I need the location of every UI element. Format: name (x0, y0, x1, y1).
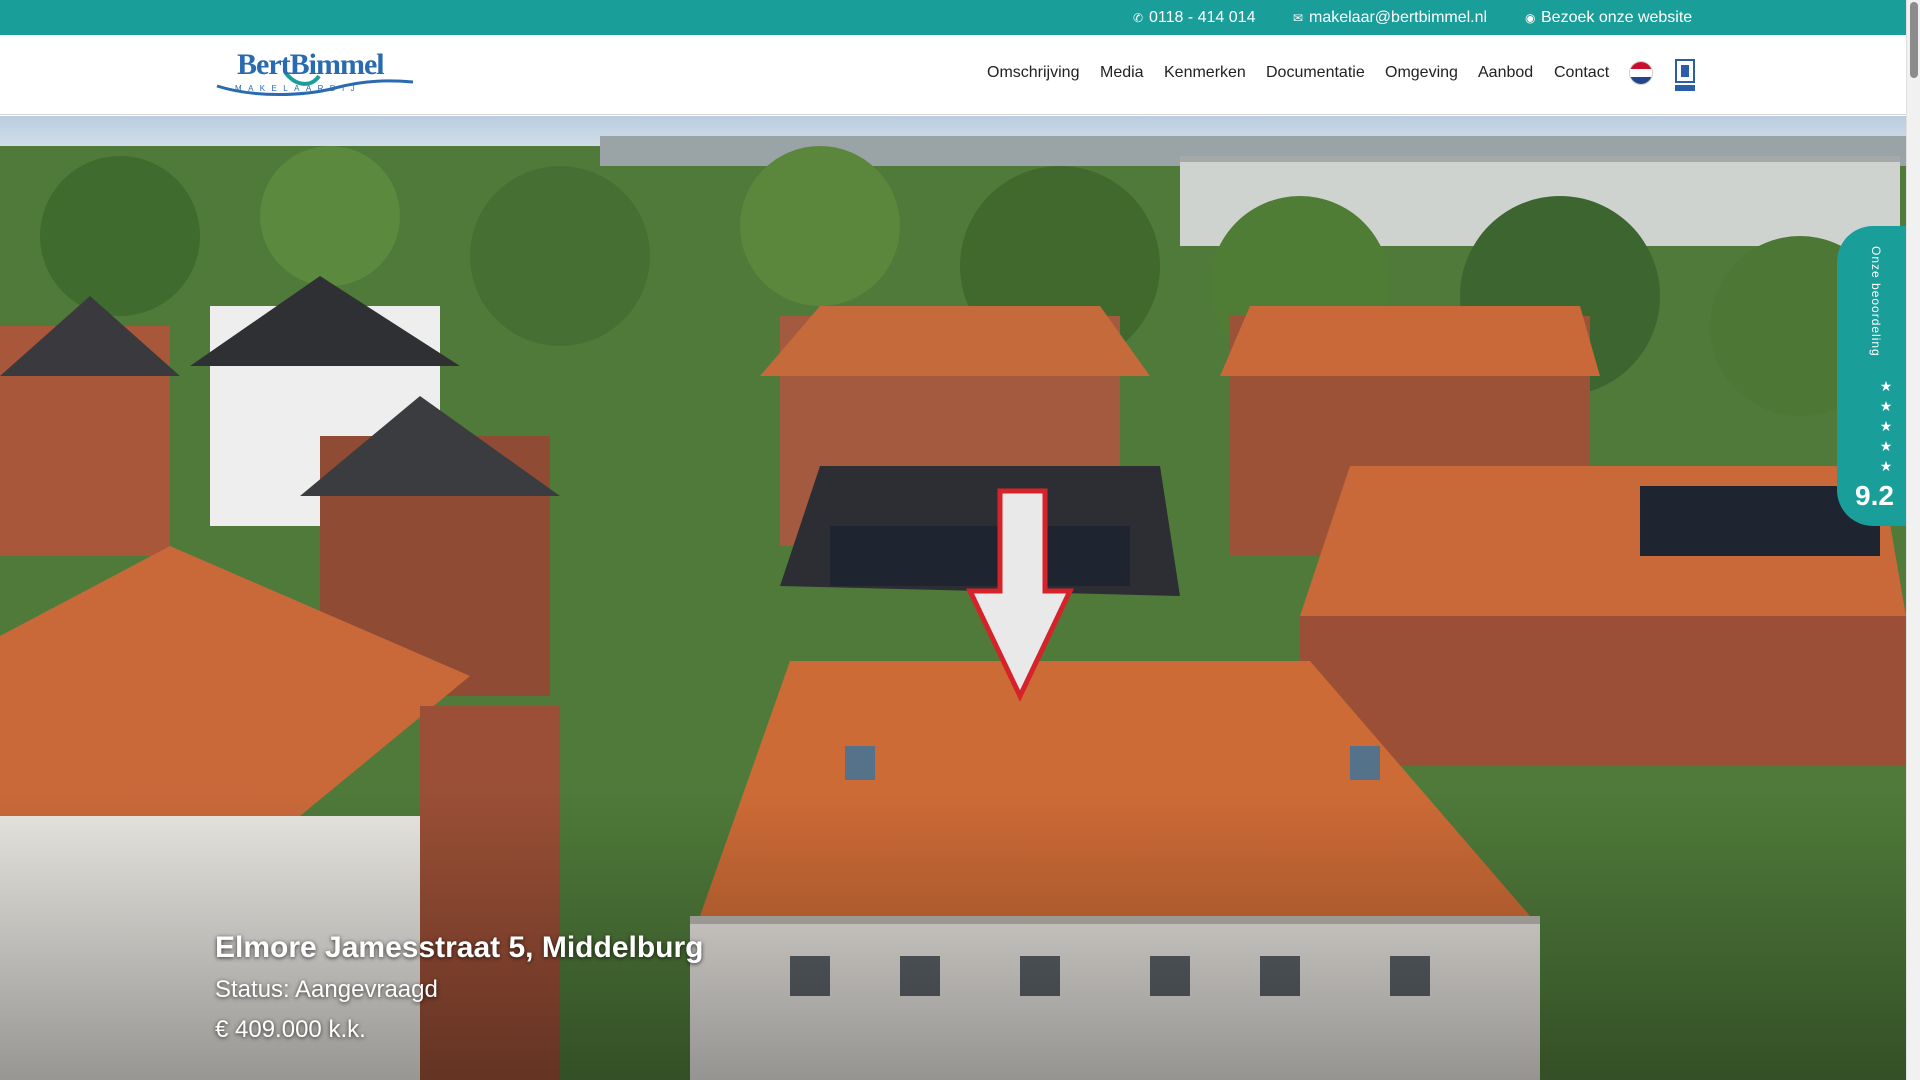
email-address: makelaar@bertbimmel.nl (1309, 9, 1488, 26)
website-link[interactable]: ◉ Bezoek onze website (1525, 0, 1692, 35)
property-title: Elmore Jamesstraat 5, Middelburg (215, 931, 704, 964)
nav-item-omschrijving[interactable]: Omschrijving (987, 64, 1079, 82)
website-label: Bezoek onze website (1541, 9, 1693, 26)
review-label: Onze beoordeling (1869, 246, 1883, 357)
nav-item-kenmerken[interactable]: Kenmerken (1164, 64, 1246, 82)
phone-link[interactable]: ✆ 0118 - 414 014 (1133, 0, 1255, 35)
nav-item-media[interactable]: Media (1100, 64, 1144, 82)
star-icon: ★ (1879, 458, 1893, 474)
phone-number: 0118 - 414 014 (1149, 9, 1256, 26)
dutch-flag-icon[interactable] (1629, 61, 1653, 85)
globe-icon: ◉ (1525, 11, 1536, 25)
email-link[interactable]: ✉ makelaar@bertbimmel.nl (1293, 0, 1487, 35)
star-icon: ★ (1879, 378, 1893, 394)
site-header: BertBimmel MAKELAARDIJ Omschrijving Medi… (0, 35, 1906, 115)
page-scrollbar[interactable] (1906, 0, 1920, 1080)
bert-bimmel-logo[interactable]: BertBimmel MAKELAARDIJ (215, 48, 414, 102)
phone-icon: ✆ (1133, 11, 1144, 25)
nav-item-contact[interactable]: Contact (1554, 64, 1609, 82)
star-icon: ★ (1879, 418, 1893, 434)
nav-item-documentatie[interactable]: Documentatie (1266, 64, 1365, 82)
star-icon: ★ (1879, 438, 1893, 454)
logo-subtitle: MAKELAARDIJ (235, 84, 361, 93)
property-status: Status: Aangevraagd (215, 976, 438, 1003)
scrollbar-thumb[interactable] (1910, 2, 1918, 78)
review-stars: ★ ★ ★ ★ ★ (1878, 376, 1894, 476)
review-score: 9.2 (1855, 480, 1894, 511)
review-badge[interactable]: Onze beoordeling ★ ★ ★ ★ ★ 9.2 (1837, 226, 1909, 526)
nvm-logo-icon[interactable] (1675, 58, 1695, 92)
property-price: € 409.000 k.k. (215, 1016, 366, 1043)
logo-wordmark: BertBimmel (237, 48, 385, 81)
nav-item-aanbod[interactable]: Aanbod (1478, 64, 1533, 82)
top-contact-bar: ✆ 0118 - 414 014 ✉ makelaar@bertbimmel.nl … (0, 0, 1906, 35)
envelope-icon: ✉ (1293, 11, 1304, 25)
star-icon: ★ (1879, 398, 1893, 414)
nav-item-omgeving[interactable]: Omgeving (1385, 64, 1458, 82)
hero-image: Elmore Jamesstraat 5, Middelburg Status:… (0, 116, 1906, 1080)
